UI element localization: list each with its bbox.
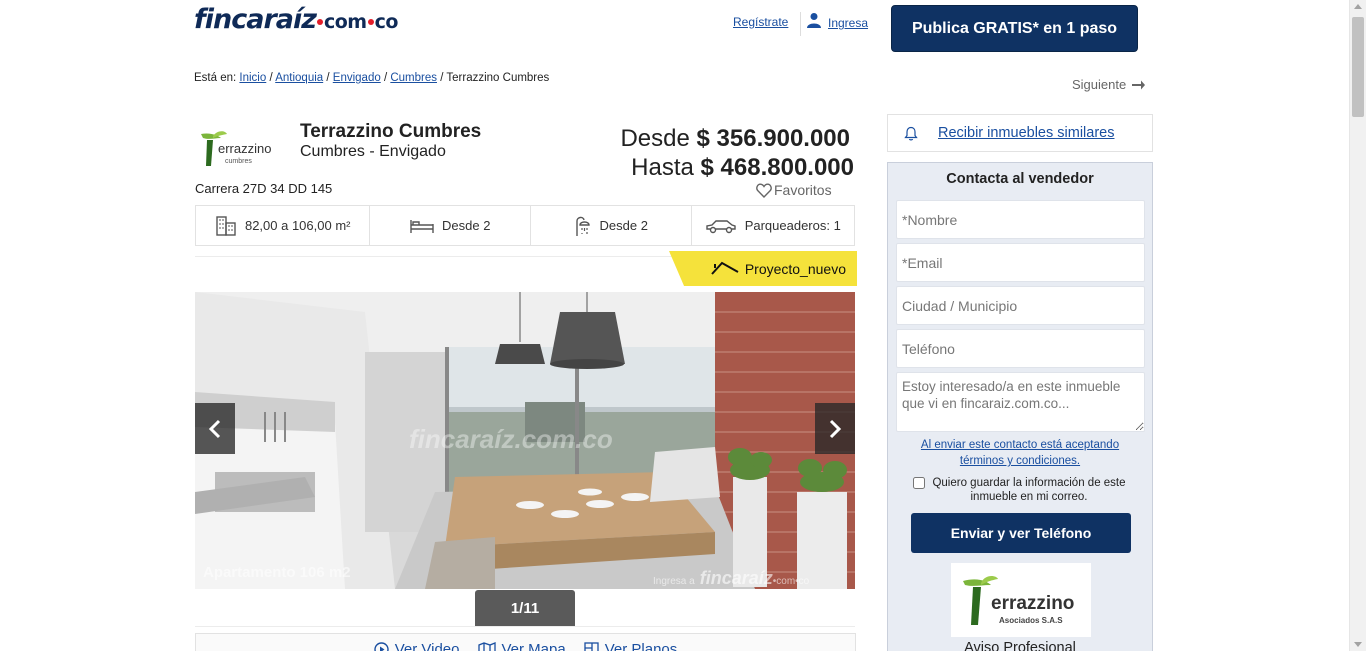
breadcrumb-current: Terrazzino Cumbres xyxy=(446,72,550,84)
login-label: Ingresa xyxy=(828,16,869,30)
login-link[interactable]: Ingresa xyxy=(806,10,868,30)
center-watermark: fincaraíz.com.co xyxy=(409,424,613,454)
watermark-brand: fincaraíz xyxy=(699,568,773,588)
page-scrollbar[interactable] xyxy=(1349,0,1366,651)
logo-dot xyxy=(367,19,374,25)
similar-properties-alert[interactable]: Recibir inmuebles similares xyxy=(887,114,1153,152)
scroll-thumb[interactable] xyxy=(1352,17,1364,117)
register-link[interactable]: Regístrate xyxy=(733,15,788,29)
view-map-link[interactable]: Ver Mapa xyxy=(477,641,566,651)
view-map-label: Ver Mapa xyxy=(501,641,566,651)
gallery-next-button[interactable] xyxy=(815,403,855,454)
watermark-domain: •com•co xyxy=(772,576,810,587)
photo-caption: Apartamento 106 m2 xyxy=(203,564,351,581)
floorplan-icon xyxy=(584,642,599,651)
play-circle-icon xyxy=(374,642,389,651)
feature-parking: Parqueaderos: 1 xyxy=(692,206,855,245)
photo-watermark: Ingresa a fincaraíz•com•co xyxy=(653,568,809,589)
breadcrumb-item-antioquia[interactable]: Antioquia xyxy=(275,72,323,84)
seller-type: Aviso Profesional xyxy=(964,640,1076,651)
view-plans-label: Ver Planos xyxy=(604,641,678,651)
project-logo-text: errazzino xyxy=(218,141,271,156)
property-features: 82,00 a 106,00 m² Desde 2 Desde 2 Parque… xyxy=(195,205,855,246)
view-video-label: Ver Video xyxy=(394,641,460,651)
feature-area: 82,00 a 106,00 m² xyxy=(196,206,371,245)
car-icon xyxy=(705,219,736,233)
breadcrumb-prefix: Está en: xyxy=(194,72,237,84)
heart-icon xyxy=(756,182,772,198)
price-to: Hasta $ 468.800.000 xyxy=(631,154,854,182)
message-field[interactable] xyxy=(896,372,1145,432)
bell-icon xyxy=(904,126,918,140)
project-logo: errazzino cumbres xyxy=(197,128,281,170)
gallery-prev-button[interactable] xyxy=(195,403,235,454)
property-title: Terrazzino Cumbres xyxy=(300,121,482,142)
seller-logo-text: errazzino xyxy=(991,593,1074,614)
seller-logo-sub: Asociados S.A.S xyxy=(999,616,1063,625)
save-info-checkbox[interactable] xyxy=(913,477,925,489)
feature-parking-value: Parqueaderos: 1 xyxy=(744,218,841,233)
seller-logo[interactable]: errazzino Asociados S.A.S xyxy=(951,563,1091,637)
contact-seller-form: Contacta al vendedor Al enviar este cont… xyxy=(887,162,1153,651)
site-logo[interactable]: fincaraíz com co xyxy=(194,4,398,35)
header-divider xyxy=(800,12,801,36)
divider xyxy=(195,626,855,627)
price-from-amount: $ 356.900.000 xyxy=(696,125,850,152)
watermark-prefix: Ingresa a xyxy=(653,576,695,587)
feature-area-value: 82,00 a 106,00 m² xyxy=(244,218,351,233)
roof-icon xyxy=(711,261,739,275)
breadcrumb-item-inicio[interactable]: Inicio xyxy=(239,72,266,84)
breadcrumb-item-envigado[interactable]: Envigado xyxy=(333,72,381,84)
price-to-prefix: Hasta xyxy=(631,154,694,181)
terms-link[interactable]: Al enviar este contacto está aceptando t… xyxy=(888,437,1152,469)
arrow-right-icon xyxy=(1132,80,1146,89)
city-field[interactable] xyxy=(896,286,1145,325)
map-icon xyxy=(477,642,496,651)
new-project-label: Proyecto_nuevo xyxy=(744,260,846,277)
price-from: Desde $ 356.900.000 xyxy=(620,125,850,153)
photo-gallery[interactable]: fincaraíz.com.co Apartamento 106 m2 Ingr… xyxy=(195,292,855,589)
save-info-row: Quiero guardar la información de este in… xyxy=(913,476,1144,504)
chevron-right-icon xyxy=(829,419,842,438)
price-to-amount: $ 468.800.000 xyxy=(700,154,854,181)
view-video-link[interactable]: Ver Video xyxy=(374,641,460,651)
publish-free-button[interactable]: Publica GRATIS* en 1 paso xyxy=(891,5,1138,52)
project-logo-sub: cumbres xyxy=(225,158,252,165)
property-location: Cumbres - Envigado xyxy=(300,143,446,160)
logo-co: co xyxy=(374,11,399,33)
feature-bedrooms-value: Desde 2 xyxy=(442,218,491,233)
favorites-label: Favoritos xyxy=(774,182,832,198)
media-links-bar: Ver Video Ver Mapa Ver Planos xyxy=(195,633,856,651)
feature-bathrooms: Desde 2 xyxy=(531,206,692,245)
feature-bedrooms: Desde 2 xyxy=(370,206,531,245)
price-from-prefix: Desde xyxy=(620,125,690,152)
logo-com: com xyxy=(323,11,367,33)
next-listing-link[interactable]: Siguiente xyxy=(1072,77,1146,92)
breadcrumb: Está en: Inicio / Antioquia / Envigado /… xyxy=(194,72,550,84)
phone-field[interactable] xyxy=(896,329,1145,368)
next-label: Siguiente xyxy=(1072,77,1127,92)
user-icon xyxy=(807,13,821,28)
view-plans-link[interactable]: Ver Planos xyxy=(584,641,678,651)
logo-dot xyxy=(316,19,323,25)
bed-icon xyxy=(410,219,434,233)
new-project-badge: Proyecto_nuevo xyxy=(669,251,857,286)
save-info-label: Quiero guardar la información de este in… xyxy=(932,477,1126,503)
name-field[interactable] xyxy=(896,200,1145,239)
scroll-up-arrow-icon[interactable] xyxy=(1354,4,1362,9)
favorites-button[interactable]: Favoritos xyxy=(756,182,832,198)
send-and-view-phone-button[interactable]: Enviar y ver Teléfono xyxy=(911,513,1131,553)
contact-title: Contacta al vendedor xyxy=(946,171,1094,187)
property-address: Carrera 27D 34 DD 145 xyxy=(195,181,333,196)
breadcrumb-item-cumbres[interactable]: Cumbres xyxy=(390,72,437,84)
email-field[interactable] xyxy=(896,243,1145,282)
chevron-left-icon xyxy=(208,419,221,438)
shower-icon xyxy=(575,216,590,236)
building-area-icon xyxy=(216,215,236,236)
scroll-down-arrow-icon[interactable] xyxy=(1354,642,1362,647)
gallery-counter: 1/11 xyxy=(475,590,575,627)
similar-label: Recibir inmuebles similares xyxy=(938,125,1115,141)
logo-text: fincaraíz xyxy=(194,4,317,35)
feature-bathrooms-value: Desde 2 xyxy=(599,218,648,233)
